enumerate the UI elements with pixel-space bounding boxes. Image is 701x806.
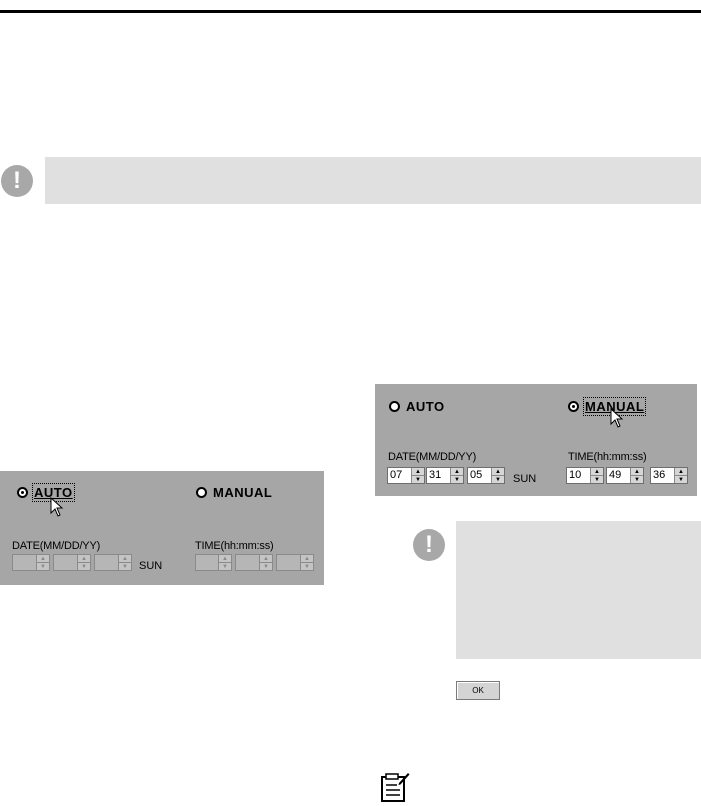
day-spinner[interactable]: 31 ▲ ▼ [426, 467, 464, 484]
date-label: DATE(MM/DD/YY) [388, 451, 477, 463]
spin-up-icon[interactable]: ▲ [260, 555, 272, 563]
spin-up-icon[interactable]: ▲ [301, 555, 313, 563]
spin-up-icon[interactable]: ▲ [631, 468, 643, 476]
second-spinner[interactable]: 36 ▲ ▼ [650, 467, 688, 484]
day-value[interactable]: 31 [427, 468, 450, 483]
spin-up-icon[interactable]: ▲ [492, 468, 504, 476]
spin-up-icon[interactable]: ▲ [78, 555, 90, 563]
spin-up-icon[interactable]: ▲ [219, 555, 231, 563]
date-label: DATE(MM/DD/YY) [12, 540, 101, 552]
spin-up-icon[interactable]: ▲ [119, 555, 131, 563]
spin-down-icon[interactable]: ▼ [492, 476, 504, 483]
weekday-label: SUN [513, 473, 537, 485]
ok-button[interactable]: OK [456, 681, 500, 700]
month-spinner[interactable]: ▲ ▼ [12, 554, 50, 571]
spin-down-icon[interactable]: ▼ [675, 476, 687, 483]
year-value [95, 555, 118, 570]
second-spinner[interactable]: ▲ ▼ [276, 554, 314, 571]
date-time-panel-manual: AUTO MANUAL DATE(MM/DD/YY) TIME(hh:mm:ss… [375, 384, 697, 496]
minute-value [236, 555, 259, 570]
radio-indicator [389, 401, 400, 412]
manual-radio[interactable]: MANUAL [196, 485, 272, 500]
hour-spinner[interactable]: 10 ▲ ▼ [566, 467, 604, 484]
exclamation-icon: ! [413, 529, 445, 561]
spin-down-icon[interactable]: ▼ [78, 563, 90, 570]
spin-down-icon[interactable]: ▼ [412, 476, 424, 483]
time-label: TIME(hh:mm:ss) [568, 451, 647, 463]
top-rule [0, 10, 701, 13]
exclamation-icon: ! [1, 165, 33, 197]
weekday-label: SUN [139, 560, 163, 572]
year-spinner[interactable]: ▲ ▼ [94, 554, 132, 571]
manual-radio-label: MANUAL [213, 485, 273, 500]
spin-down-icon[interactable]: ▼ [119, 563, 131, 570]
hour-value [196, 555, 218, 570]
hour-value[interactable]: 10 [567, 468, 590, 483]
radio-indicator [17, 487, 28, 498]
time-label: TIME(hh:mm:ss) [195, 540, 274, 552]
spin-down-icon[interactable]: ▼ [260, 563, 272, 570]
spin-up-icon[interactable]: ▲ [451, 468, 463, 476]
month-value [13, 555, 36, 570]
spin-up-icon[interactable]: ▲ [37, 555, 49, 563]
mouse-pointer-icon [50, 497, 64, 517]
spin-down-icon[interactable]: ▼ [301, 563, 313, 570]
auto-radio[interactable]: AUTO [17, 483, 75, 502]
year-value[interactable]: 05 [468, 468, 491, 483]
manual-radio[interactable]: MANUAL [568, 397, 647, 416]
spin-down-icon[interactable]: ▼ [451, 476, 463, 483]
spin-up-icon[interactable]: ▲ [675, 468, 687, 476]
auto-radio[interactable]: AUTO [389, 399, 445, 414]
note-bar [45, 157, 701, 204]
day-spinner[interactable]: ▲ ▼ [53, 554, 91, 571]
spin-down-icon[interactable]: ▼ [631, 476, 643, 483]
minute-spinner[interactable]: 49 ▲ ▼ [606, 467, 644, 484]
note-box [456, 521, 701, 659]
second-value [277, 555, 300, 570]
spin-down-icon[interactable]: ▼ [37, 563, 49, 570]
year-spinner[interactable]: 05 ▲ ▼ [467, 467, 505, 484]
radio-indicator [196, 487, 207, 498]
hour-spinner[interactable]: ▲ ▼ [195, 554, 232, 571]
memo-pencil-icon [381, 773, 410, 802]
minute-spinner[interactable]: ▲ ▼ [235, 554, 273, 571]
auto-radio-label: AUTO [406, 399, 445, 414]
radio-indicator [568, 401, 579, 412]
month-value[interactable]: 07 [388, 468, 411, 483]
spin-up-icon[interactable]: ▲ [591, 468, 603, 476]
day-value [54, 555, 77, 570]
spin-down-icon[interactable]: ▼ [591, 476, 603, 483]
month-spinner[interactable]: 07 ▲ ▼ [387, 467, 425, 484]
spin-up-icon[interactable]: ▲ [412, 468, 424, 476]
minute-value[interactable]: 49 [607, 468, 630, 483]
mouse-pointer-icon [610, 408, 624, 428]
second-value[interactable]: 36 [651, 468, 674, 483]
date-time-panel-auto: AUTO MANUAL DATE(MM/DD/YY) TIME(hh:mm:ss… [0, 471, 324, 585]
spin-down-icon[interactable]: ▼ [219, 563, 231, 570]
